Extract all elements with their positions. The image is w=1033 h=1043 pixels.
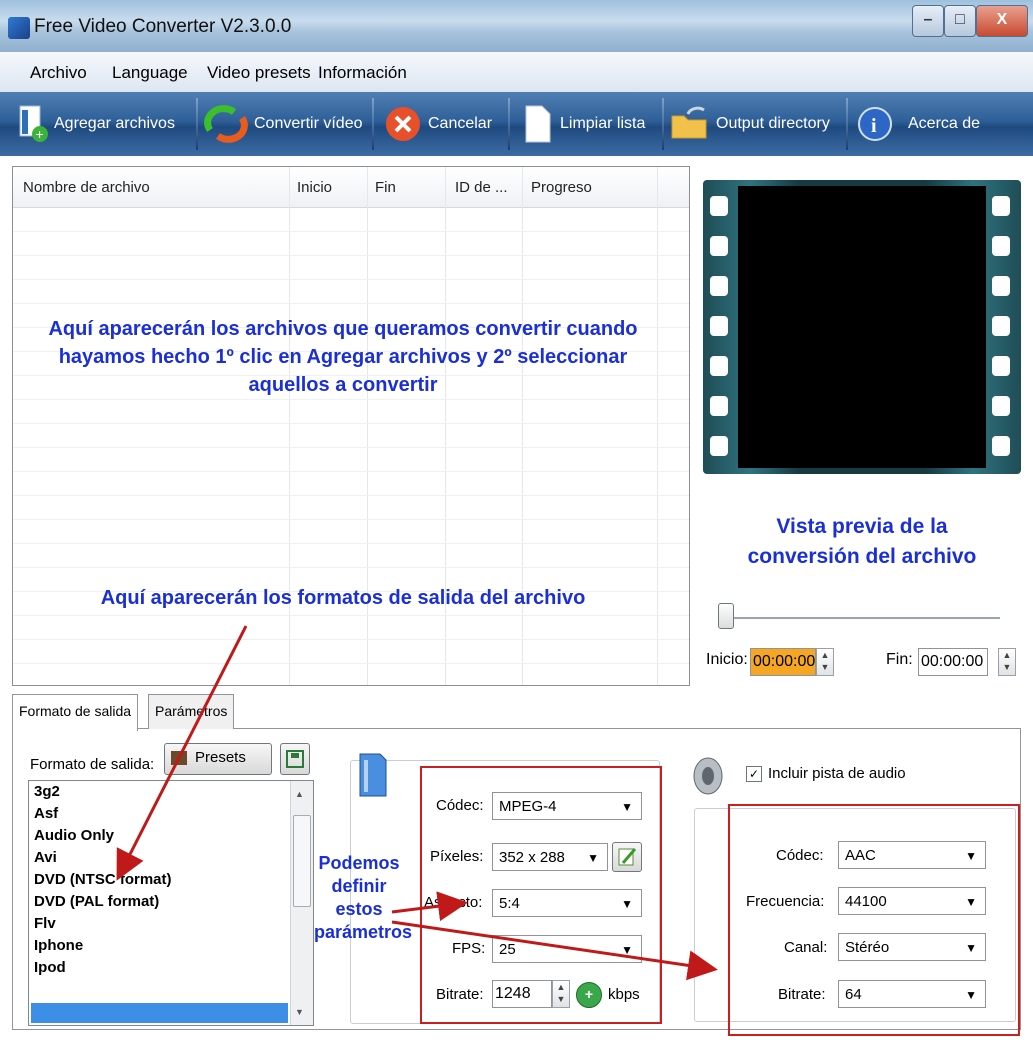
annotation-arrows — [116, 625, 718, 981]
audio-params-arrow — [391, 920, 718, 981]
video-params-arrow — [391, 891, 468, 922]
formats-arrow — [116, 625, 248, 881]
tab-output-format[interactable]: Formato de salida — [12, 694, 139, 731]
